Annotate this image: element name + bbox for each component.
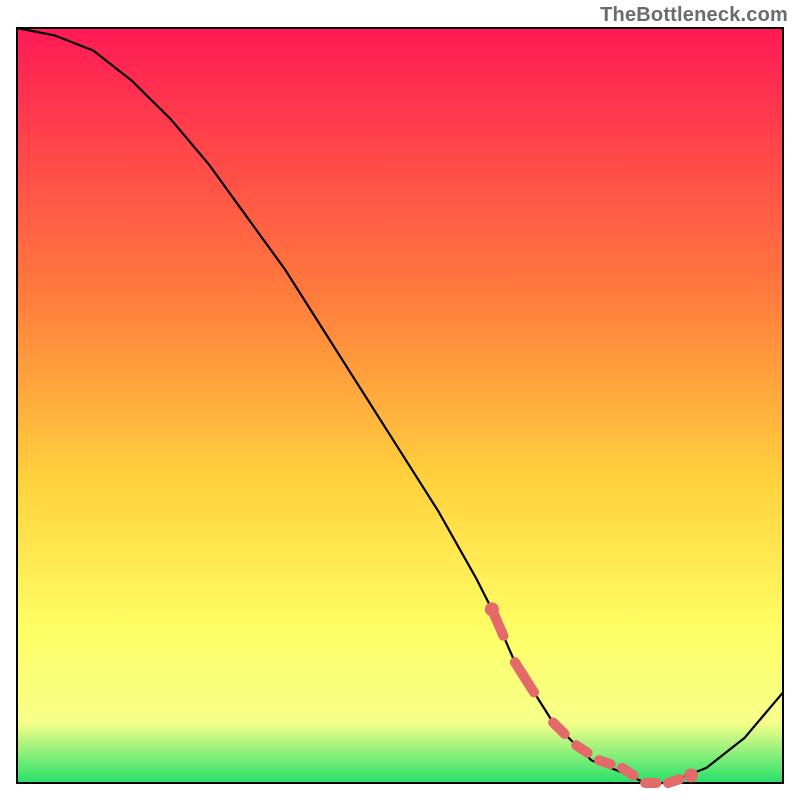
marker-dot [485,602,499,616]
plot-background [17,28,783,783]
marker-dot [510,657,520,667]
marker-dot [617,763,627,773]
marker-dot [548,718,558,728]
watermark-text: TheBottleneck.com [600,4,788,27]
marker-dot [684,768,698,782]
chart-svg [0,0,800,800]
chart-canvas: { "watermark": "TheBottleneck.com", "gra… [0,0,800,800]
marker-dot [640,778,650,788]
marker-dot [594,755,604,765]
marker-dot [571,740,581,750]
marker-dot [663,778,673,788]
